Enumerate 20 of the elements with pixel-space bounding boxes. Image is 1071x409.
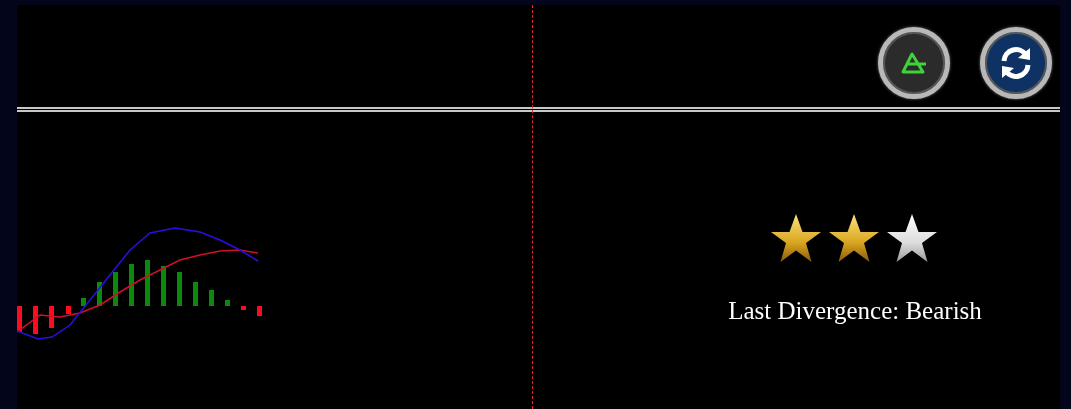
histogram-bar	[209, 290, 214, 306]
histogram-bar	[113, 272, 118, 306]
histogram-bar	[33, 306, 38, 334]
histogram-bar	[145, 260, 150, 306]
histogram-bar	[241, 306, 246, 310]
triangle-tool-button[interactable]	[878, 27, 950, 99]
histogram-bar	[129, 264, 134, 306]
histogram-bar	[81, 298, 86, 306]
histogram-bar	[17, 306, 22, 332]
divergence-label: Last Divergence: Bearish	[728, 296, 982, 326]
histogram-bar	[177, 272, 182, 306]
histogram-bar	[49, 306, 54, 328]
triangle-icon	[900, 51, 928, 75]
histogram-bar	[97, 282, 102, 306]
histogram-bar	[66, 306, 71, 314]
histogram-bar	[161, 266, 166, 306]
histogram-bar	[257, 306, 262, 316]
histogram-bar	[193, 282, 198, 306]
refresh-button[interactable]	[980, 27, 1052, 99]
histogram-bar	[225, 300, 230, 306]
